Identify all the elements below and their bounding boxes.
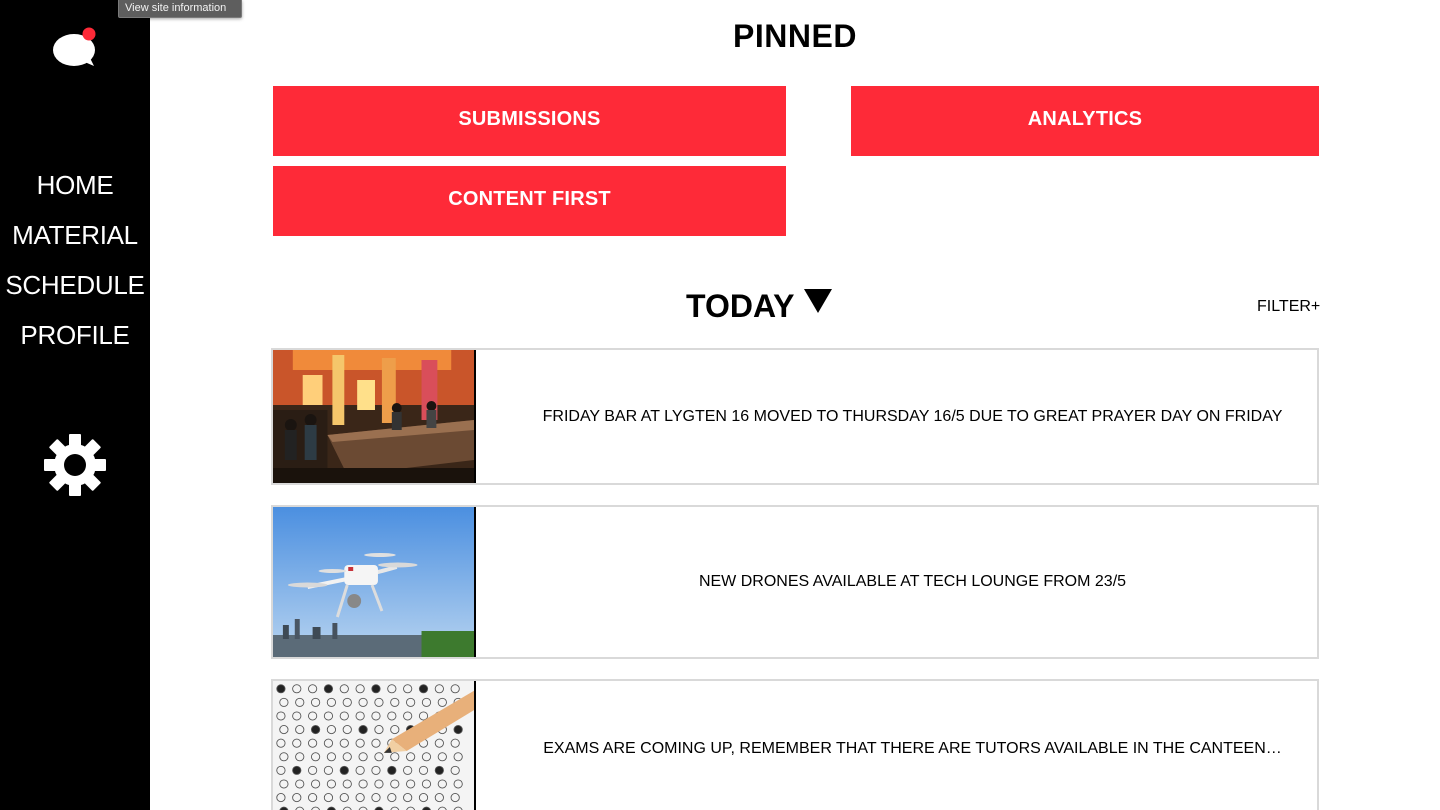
nav-item-schedule[interactable]: SCHEDULE [0, 268, 150, 318]
drone-photo [273, 507, 476, 657]
feed-item-text: FRIDAY BAR AT LYGTEN 16 MOVED TO THURSDA… [542, 407, 1283, 425]
submissions-button[interactable]: SUBMISSIONS [273, 86, 786, 156]
site-info-tooltip: View site information [118, 0, 242, 18]
chat-bubble-notification-icon[interactable] [50, 24, 102, 72]
nav-item-material[interactable]: MATERIAL [0, 218, 150, 268]
today-label: TODAY [686, 288, 795, 324]
filter-button[interactable]: FILTER+ [1257, 298, 1320, 316]
main-nav: HOME MATERIAL SCHEDULE PROFILE [0, 168, 150, 368]
nav-item-home[interactable]: HOME [0, 168, 150, 218]
feed-item[interactable]: NEW DRONES AVAILABLE AT TECH LOUNGE FROM… [271, 505, 1319, 659]
feed-item-text: EXAMS ARE COMING UP, REMEMBER THAT THERE… [543, 740, 1282, 757]
bar-interior-photo [273, 350, 476, 483]
pinned-title: PINNED [733, 18, 857, 54]
sidebar: HOME MATERIAL SCHEDULE PROFILE [0, 0, 150, 810]
today-dropdown[interactable]: TODAY [686, 288, 833, 325]
gear-icon[interactable] [43, 433, 107, 497]
triangle-down-icon [804, 289, 833, 313]
nav-item-profile[interactable]: PROFILE [0, 318, 150, 368]
feed-item[interactable]: FRIDAY BAR AT LYGTEN 16 MOVED TO THURSDA… [271, 348, 1319, 485]
content-first-button[interactable]: CONTENT FIRST [273, 166, 786, 236]
exam-sheet-photo [273, 681, 476, 810]
analytics-button[interactable]: ANALYTICS [851, 86, 1319, 156]
feed-item-text: NEW DRONES AVAILABLE AT TECH LOUNGE FROM… [698, 573, 1127, 590]
feed-item[interactable]: EXAMS ARE COMING UP, REMEMBER THAT THERE… [271, 679, 1319, 810]
